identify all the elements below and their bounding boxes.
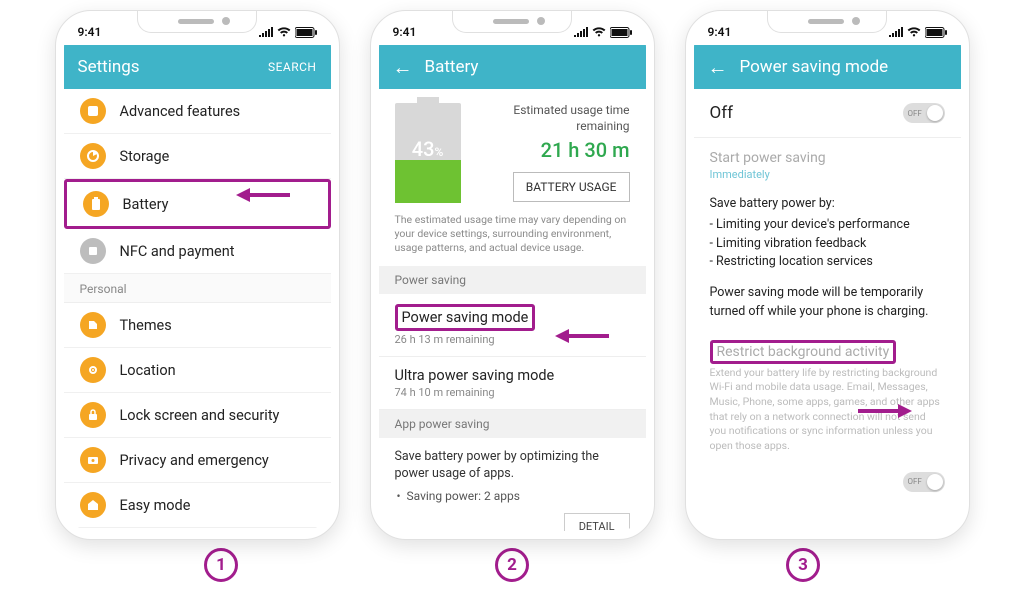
app-header-battery: ← Battery <box>379 45 646 89</box>
psm-title: Power saving mode <box>395 304 536 331</box>
status-time: 9:41 <box>78 25 102 39</box>
ultra-power-saving-row[interactable]: Ultra power saving mode 74 h 10 m remain… <box>379 357 646 410</box>
themes-icon <box>80 312 106 338</box>
location-icon <box>80 357 106 383</box>
wifi-icon <box>907 27 921 37</box>
item-label: NFC and payment <box>120 243 235 260</box>
battery-status-icon <box>925 27 947 38</box>
item-accounts[interactable]: Accounts <box>64 528 331 531</box>
battery-icon <box>83 191 109 217</box>
psm-subtitle: 26 h 13 m remaining <box>395 333 630 346</box>
signal-icon <box>259 27 273 37</box>
item-label: Easy mode <box>120 497 191 514</box>
notch <box>452 11 572 33</box>
step-numbers: 1 2 3 <box>0 548 1024 582</box>
status-time: 9:41 <box>708 25 732 39</box>
item-advanced-features[interactable]: Advanced features <box>64 89 331 134</box>
save-bullet-1: - Limiting your device's performance <box>710 216 945 235</box>
section-personal: Personal <box>64 274 331 303</box>
psm-master-toggle-row[interactable]: Off OFF <box>694 89 961 138</box>
item-storage[interactable]: Storage <box>64 134 331 179</box>
notch <box>767 11 887 33</box>
item-battery[interactable]: Battery <box>64 179 331 229</box>
battery-note: The estimated usage time may vary depend… <box>379 213 646 266</box>
signal-icon <box>889 27 903 37</box>
search-button[interactable]: SEARCH <box>268 60 317 74</box>
item-location[interactable]: Location <box>64 348 331 393</box>
estimated-label: Estimated usage time remaining <box>479 103 630 134</box>
start-power-saving-label[interactable]: Start power saving <box>694 138 961 168</box>
save-bullet-3: - Restricting location services <box>710 253 945 272</box>
notch <box>137 11 257 33</box>
header-title: Settings <box>78 57 256 77</box>
detail-button[interactable]: DETAIL <box>564 513 630 531</box>
phone-frame-1: 9:41 Settings SEARCH <box>55 10 340 540</box>
back-icon[interactable]: ← <box>393 57 413 77</box>
item-nfc[interactable]: NFC and payment <box>64 229 331 274</box>
step-1: 1 <box>204 548 238 582</box>
estimated-time: 21 h 30 m <box>479 138 630 162</box>
item-lock-security[interactable]: Lock screen and security <box>64 393 331 438</box>
header-title: Power saving mode <box>740 57 947 77</box>
item-label: Advanced features <box>120 103 241 120</box>
easy-mode-icon <box>80 492 106 518</box>
settings-list[interactable]: Advanced features Storage Battery NFC an… <box>64 89 331 531</box>
app-power-bullet: Saving power: 2 apps <box>379 487 646 503</box>
app-power-saving-header: App power saving <box>379 410 646 438</box>
wifi-icon <box>592 27 606 37</box>
phone-frame-3: 9:41 ← Power saving mode Off OFF Start p… <box>685 10 970 540</box>
item-label: Battery <box>123 196 169 213</box>
step-2: 2 <box>495 548 529 582</box>
item-label: Location <box>120 362 176 379</box>
restrict-background-toggle[interactable]: OFF <box>903 472 945 492</box>
save-bullet-2: - Limiting vibration feedback <box>710 235 945 254</box>
app-header-psm: ← Power saving mode <box>694 45 961 89</box>
wifi-icon <box>277 27 291 37</box>
upsm-subtitle: 74 h 10 m remaining <box>395 386 630 399</box>
status-time: 9:41 <box>393 25 417 39</box>
item-privacy[interactable]: Privacy and emergency <box>64 438 331 483</box>
start-power-saving-value: Immediately <box>694 168 961 195</box>
step-3: 3 <box>786 548 820 582</box>
restrict-background-title[interactable]: Restrict background activity <box>710 340 897 364</box>
psm-screen[interactable]: Off OFF Start power saving Immediately S… <box>694 89 961 531</box>
back-icon[interactable]: ← <box>708 57 728 77</box>
item-label: Themes <box>120 317 172 334</box>
app-header-settings: Settings SEARCH <box>64 45 331 89</box>
power-saving-header: Power saving <box>379 266 646 294</box>
nfc-icon <box>80 238 106 264</box>
privacy-icon <box>80 447 106 473</box>
charging-note: Power saving mode will be temporarily tu… <box>710 284 945 322</box>
percent-sign: % <box>434 145 443 159</box>
battery-usage-button[interactable]: BATTERY USAGE <box>513 172 630 202</box>
app-power-note: Save battery power by optimizing the pow… <box>379 438 646 487</box>
phone-frame-2: 9:41 ← Battery 43% Estimat <box>370 10 655 540</box>
battery-status-icon <box>295 27 317 38</box>
signal-icon <box>574 27 588 37</box>
battery-percent: 43 <box>412 137 435 161</box>
item-label: Storage <box>120 148 170 165</box>
lock-icon <box>80 402 106 428</box>
restrict-background-desc: Extend your battery life by restricting … <box>694 366 961 454</box>
advanced-icon <box>80 98 106 124</box>
power-saving-mode-row[interactable]: Power saving mode 26 h 13 m remaining <box>379 294 646 357</box>
battery-level-graphic: 43% <box>395 103 461 203</box>
item-label: Lock screen and security <box>120 407 280 424</box>
battery-status-icon <box>610 27 632 38</box>
header-title: Battery <box>425 57 632 77</box>
psm-toggle[interactable]: OFF <box>903 103 945 123</box>
item-label: Privacy and emergency <box>120 452 269 469</box>
item-easy-mode[interactable]: Easy mode <box>64 483 331 528</box>
psm-off-label: Off <box>710 103 734 123</box>
item-themes[interactable]: Themes <box>64 303 331 348</box>
upsm-title: Ultra power saving mode <box>395 367 630 384</box>
storage-icon <box>80 143 106 169</box>
battery-screen[interactable]: 43% Estimated usage time remaining 21 h … <box>379 89 646 531</box>
save-by-header: Save battery power by: <box>710 195 945 214</box>
